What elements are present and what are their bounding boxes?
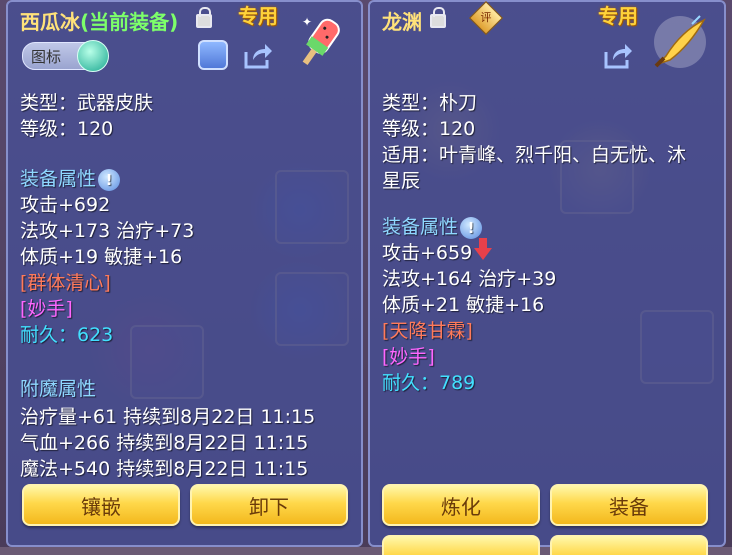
attribute-line: 类型：朴刀 [382,92,478,114]
equip-attr-title: 装备属性! [20,164,121,191]
more-button[interactable] [550,535,708,555]
attribute-line: 攻击+659 [382,242,473,264]
down-arrow-icon [474,238,492,260]
unequip-button[interactable]: 卸下 [190,484,348,526]
equip-button[interactable]: 装备 [550,484,708,526]
equip-attr-title: 装备属性! [382,212,483,239]
item-name: 龙渊 [382,10,422,34]
rating-icon[interactable]: 评 [469,1,503,35]
exclusive-label: 专用 [238,4,278,28]
attribute-line: 魔法+540 持续到8月22日 11:15 [20,458,309,480]
attribute-line: 等级：120 [382,118,476,140]
attribute-line: 气血+266 持续到8月22日 11:15 [20,432,309,454]
skin-wardrobe-button[interactable] [198,40,228,70]
share-icon[interactable] [603,42,633,70]
attribute-line: 体质+21 敏捷+16 [382,294,545,316]
refine-button[interactable]: 炼化 [382,484,540,526]
attribute-line: [妙手] [382,346,435,368]
enchant-attr-title: 附魔属性 [20,378,97,400]
attribute-line: 适用：叶青峰、烈千阳、白无忧、沐 [382,144,687,166]
attribute-line: [妙手] [20,298,73,320]
lock-icon[interactable] [196,7,212,28]
attribute-line: 耐久：789 [382,372,476,394]
icon-toggle[interactable]: 图标 [22,40,109,72]
share-icon[interactable] [243,42,273,70]
item-name: 西瓜冰(当前装备) [20,10,179,34]
attribute-line: 体质+19 敏捷+16 [20,246,183,268]
attribute-line: 星辰 [382,170,421,192]
attribute-line: 类型：武器皮肤 [20,92,154,114]
attribute-line: 攻击+692 [20,194,111,216]
watermelon-popsicle-icon: ✦ [302,15,340,66]
more-button[interactable] [382,535,540,555]
attribute-line: 法攻+173 治疗+73 [20,220,195,242]
attribute-line: [群体清心] [20,272,111,294]
lock-icon[interactable] [430,7,446,28]
compare-equipment-panel: 龙渊 评 专用 类型：朴刀等级：120 适用：叶青峰、烈千阳、白无忧、沐 星辰 装备… [368,0,726,555]
attribute-line: [天降甘霖] [382,320,473,342]
inlay-button[interactable]: 镶嵌 [22,484,180,526]
golden-blade-icon [654,15,706,68]
current-equipment-panel: 西瓜冰(当前装备) 专用 图标 ✦ 类型：武器皮肤 等级：120 装备属性! 攻击… [6,0,363,547]
attribute-line: 法攻+164 治疗+39 [382,268,557,290]
svg-text:✦: ✦ [302,15,312,29]
icon-toggle-label: 图标 [31,48,62,66]
attribute-line: 等级：120 [20,118,114,140]
info-icon[interactable]: ! [460,216,483,239]
attribute-line: 耐久：623 [20,324,114,346]
exclusive-label: 专用 [598,4,638,28]
info-icon[interactable]: ! [98,168,121,191]
attribute-line: 治疗量+61 持续到8月22日 11:15 [20,406,316,428]
toggle-knob-icon [77,40,109,72]
